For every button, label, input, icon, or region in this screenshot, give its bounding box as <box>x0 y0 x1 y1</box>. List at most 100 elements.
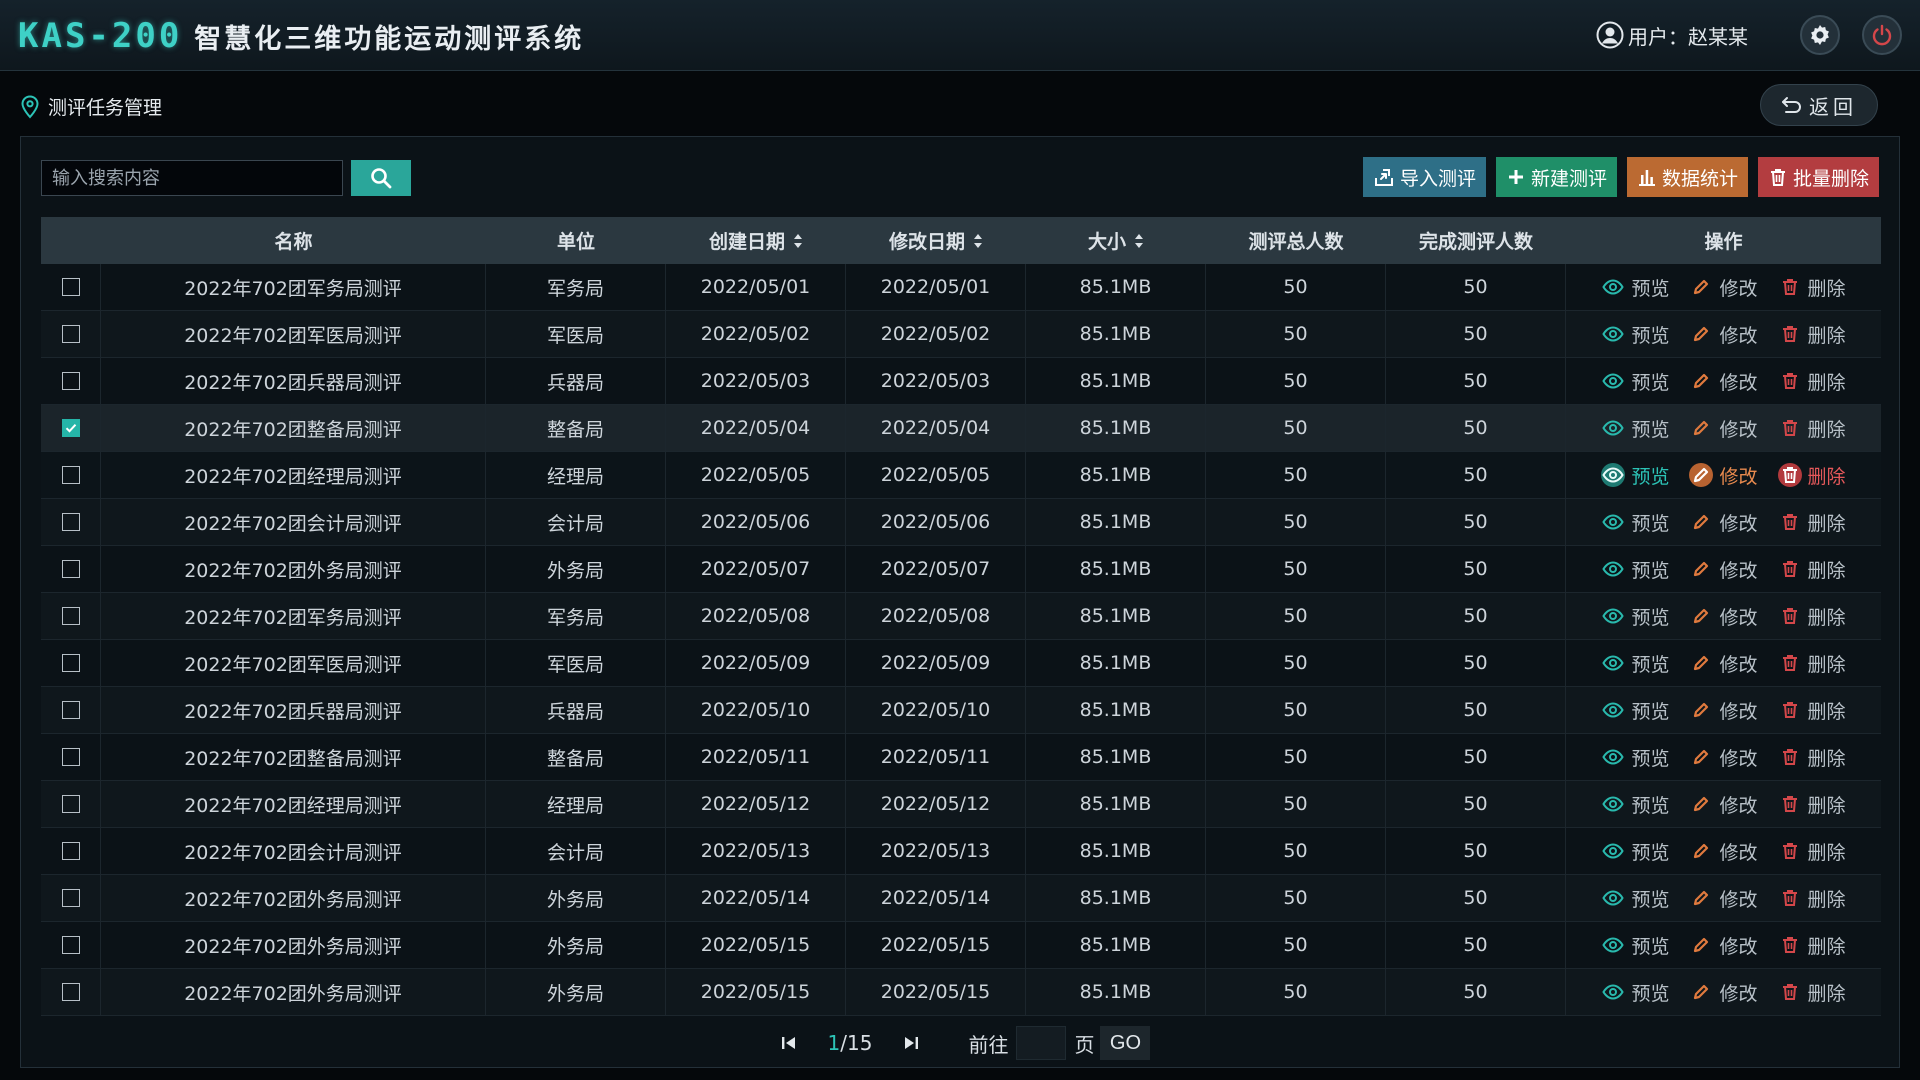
create-button[interactable]: 新建测评 <box>1495 157 1617 197</box>
table-row[interactable]: 2022年702团外务局测评 外务局 2022/05/07 2022/05/07 85.… <box>41 546 1881 593</box>
row-checkbox[interactable] <box>61 560 80 578</box>
table-row[interactable]: 2022年702团军务局测评 军务局 2022/05/08 2022/05/08 85.… <box>41 593 1881 640</box>
row-checkbox[interactable] <box>61 748 80 766</box>
edit-button[interactable]: 修改 <box>1689 509 1758 536</box>
edit-button[interactable]: 修改 <box>1689 603 1758 630</box>
back-button[interactable]: 返回 <box>1760 84 1878 126</box>
view-button[interactable]: 预览 <box>1601 885 1669 912</box>
view-button[interactable]: 预览 <box>1601 603 1669 630</box>
header-size[interactable]: 大小 <box>1026 217 1206 264</box>
delete-button[interactable]: 删除 <box>1778 321 1846 348</box>
row-checkbox[interactable] <box>61 983 80 1001</box>
search-button[interactable] <box>351 160 411 196</box>
row-checkbox[interactable] <box>61 372 80 390</box>
table-row[interactable]: 2022年702团军医局测评 军医局 2022/05/09 2022/05/09 85.… <box>41 640 1881 687</box>
settings-button[interactable] <box>1800 15 1840 55</box>
edit-button[interactable]: 修改 <box>1689 932 1758 959</box>
row-checkbox[interactable] <box>61 654 80 672</box>
go-button[interactable]: GO <box>1100 1026 1151 1060</box>
cell-unit: 军医局 <box>486 640 666 686</box>
header-created[interactable]: 创建日期 <box>666 217 846 264</box>
eye-icon <box>1601 698 1625 722</box>
table-row[interactable]: 2022年702团外务局测评 外务局 2022/05/14 2022/05/14 85.… <box>41 875 1881 922</box>
delete-button[interactable]: 删除 <box>1778 697 1846 724</box>
row-checkbox[interactable] <box>61 607 80 625</box>
view-button[interactable]: 预览 <box>1601 838 1669 865</box>
delete-button[interactable]: 删除 <box>1778 368 1846 395</box>
brand-name: 智慧化三维功能运动测评系统 <box>194 23 585 55</box>
row-checkbox[interactable] <box>61 842 80 860</box>
edit-button[interactable]: 修改 <box>1689 556 1758 583</box>
row-checkbox[interactable] <box>61 419 80 437</box>
delete-button[interactable]: 删除 <box>1778 838 1846 865</box>
delete-button[interactable]: 删除 <box>1778 274 1846 301</box>
edit-button[interactable]: 修改 <box>1689 885 1758 912</box>
stats-button[interactable]: 数据统计 <box>1626 157 1748 197</box>
cell-size: 85.1MB <box>1026 405 1206 451</box>
table-row[interactable]: 2022年702团兵器局测评 兵器局 2022/05/10 2022/05/10 85.… <box>41 687 1881 734</box>
edit-button[interactable]: 修改 <box>1689 791 1758 818</box>
row-checkbox[interactable] <box>61 936 80 954</box>
table-row[interactable]: 2022年702团军务局测评 军务局 2022/05/01 2022/05/01 85.… <box>41 264 1881 311</box>
row-checkbox[interactable] <box>61 795 80 813</box>
delete-button[interactable]: 删除 <box>1778 650 1846 677</box>
view-button[interactable]: 预览 <box>1601 462 1669 489</box>
batch-delete-button[interactable]: 批量删除 <box>1757 157 1879 197</box>
delete-button[interactable]: 删除 <box>1778 979 1846 1006</box>
edit-button[interactable]: 修改 <box>1689 697 1758 724</box>
row-checkbox[interactable] <box>61 701 80 719</box>
view-button[interactable]: 预览 <box>1601 744 1669 771</box>
import-button[interactable]: 导入测评 <box>1362 157 1486 197</box>
view-button[interactable]: 预览 <box>1601 368 1669 395</box>
row-checkbox[interactable] <box>61 513 80 531</box>
view-button[interactable]: 预览 <box>1601 697 1669 724</box>
delete-button[interactable]: 删除 <box>1778 744 1846 771</box>
table-row[interactable]: 2022年702团会计局测评 会计局 2022/05/13 2022/05/13 85.… <box>41 828 1881 875</box>
edit-button[interactable]: 修改 <box>1689 838 1758 865</box>
row-checkbox[interactable] <box>61 466 80 484</box>
power-button[interactable] <box>1862 15 1902 55</box>
edit-button[interactable]: 修改 <box>1689 979 1758 1006</box>
delete-button[interactable]: 删除 <box>1778 509 1846 536</box>
edit-button[interactable]: 修改 <box>1689 368 1758 395</box>
delete-button[interactable]: 删除 <box>1778 603 1846 630</box>
goto-page-input[interactable] <box>1016 1026 1067 1060</box>
table-row[interactable]: 2022年702团经理局测评 经理局 2022/05/12 2022/05/12 85.… <box>41 781 1881 828</box>
view-button[interactable]: 预览 <box>1601 415 1669 442</box>
table-row[interactable]: 2022年702团会计局测评 会计局 2022/05/06 2022/05/06 85.… <box>41 499 1881 546</box>
view-button[interactable]: 预览 <box>1601 509 1669 536</box>
table-row[interactable]: 2022年702团兵器局测评 兵器局 2022/05/03 2022/05/03 85.… <box>41 358 1881 405</box>
delete-button[interactable]: 删除 <box>1778 885 1846 912</box>
delete-button[interactable]: 删除 <box>1778 556 1846 583</box>
table-row[interactable]: 2022年702团外务局测评 外务局 2022/05/15 2022/05/15 85.… <box>41 922 1881 969</box>
edit-button[interactable]: 修改 <box>1689 321 1758 348</box>
edit-button[interactable]: 修改 <box>1689 744 1758 771</box>
view-button[interactable]: 预览 <box>1601 932 1669 959</box>
header-modified[interactable]: 修改日期 <box>846 217 1026 264</box>
edit-button[interactable]: 修改 <box>1689 274 1758 301</box>
delete-button[interactable]: 删除 <box>1778 791 1846 818</box>
table-row[interactable]: 2022年702团经理局测评 经理局 2022/05/05 2022/05/05 85.… <box>41 452 1881 499</box>
table-row[interactable]: 2022年702团外务局测评 外务局 2022/05/15 2022/05/15 85.… <box>41 969 1881 1016</box>
table-row[interactable]: 2022年702团军医局测评 军医局 2022/05/02 2022/05/02 85.… <box>41 311 1881 358</box>
row-checkbox[interactable] <box>61 325 80 343</box>
delete-button[interactable]: 删除 <box>1777 462 1846 489</box>
view-button[interactable]: 预览 <box>1601 791 1669 818</box>
delete-button[interactable]: 删除 <box>1778 415 1846 442</box>
view-button[interactable]: 预览 <box>1601 979 1669 1006</box>
edit-button[interactable]: 修改 <box>1689 415 1758 442</box>
table-row[interactable]: 2022年702团整备局测评 整备局 2022/05/11 2022/05/11 85.… <box>41 734 1881 781</box>
row-checkbox[interactable] <box>61 889 80 907</box>
delete-button[interactable]: 删除 <box>1778 932 1846 959</box>
table-row[interactable]: 2022年702团整备局测评 整备局 2022/05/04 2022/05/04 85.… <box>41 405 1881 452</box>
edit-button[interactable]: 修改 <box>1689 462 1758 489</box>
view-button[interactable]: 预览 <box>1601 321 1669 348</box>
view-button[interactable]: 预览 <box>1601 556 1669 583</box>
row-checkbox[interactable] <box>61 278 80 296</box>
edit-button[interactable]: 修改 <box>1689 650 1758 677</box>
view-button[interactable]: 预览 <box>1601 274 1669 301</box>
search-input[interactable] <box>41 160 343 196</box>
last-page-button[interactable] <box>894 1026 928 1060</box>
view-button[interactable]: 预览 <box>1601 650 1669 677</box>
first-page-button[interactable] <box>772 1026 806 1060</box>
